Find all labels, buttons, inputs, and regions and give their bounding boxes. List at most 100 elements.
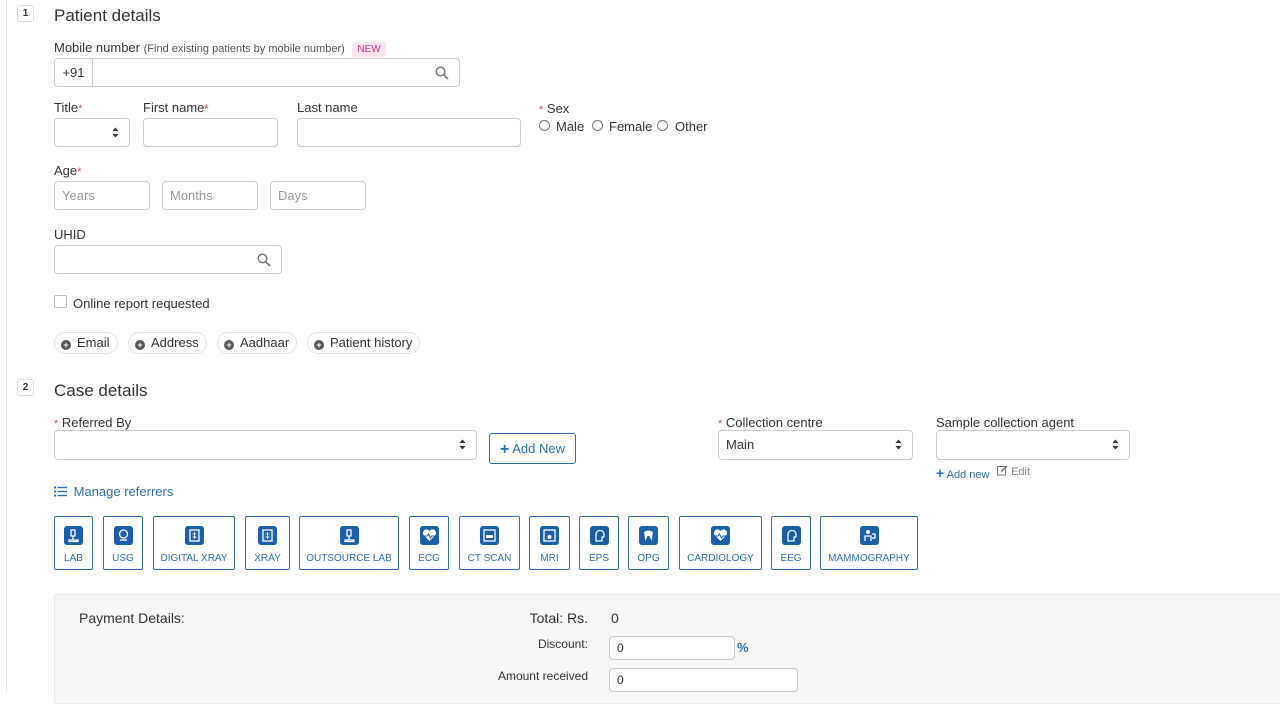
edit-icon (997, 465, 1008, 476)
dept-label: XRAY (254, 553, 281, 564)
mobile-hint: (Find existing patients by mobile number… (143, 43, 345, 55)
discount-label: Discount: (537, 637, 588, 651)
amount-received-label: Amount received (497, 669, 588, 683)
dept-lab-button[interactable]: LAB (54, 516, 93, 570)
title-select[interactable] (54, 118, 130, 147)
agent-add-new-link[interactable]: + Add new (936, 465, 989, 481)
xray-icon (184, 526, 204, 545)
payment-panel: Payment Details: Total: Rs. 0 Discount: … (54, 594, 1280, 704)
head-icon (589, 526, 609, 545)
dept-digital-xray-button[interactable]: DIGITAL XRAY (153, 516, 235, 570)
case-details-title: Case details (54, 381, 148, 400)
total-label: Total: Rs. (529, 610, 588, 626)
dept-label: OPG (637, 553, 660, 564)
online-report-label: Online report requested (73, 296, 210, 311)
select-arrows-icon (1112, 439, 1119, 450)
dept-mri-button[interactable]: MRI (529, 516, 570, 570)
sex-other-label: Other (675, 119, 708, 134)
title-label: Title* (54, 100, 83, 115)
mobile-field[interactable]: +91 (54, 58, 460, 87)
sex-other-radio[interactable] (657, 120, 668, 131)
referred-by-select[interactable] (54, 430, 477, 460)
step-1-badge: 1 (17, 5, 34, 22)
new-badge: NEW (352, 42, 386, 57)
sample-agent-select[interactable] (936, 430, 1130, 460)
mri-icon (540, 526, 559, 545)
mobile-label-row: Mobile number (Find existing patients by… (54, 40, 386, 57)
dept-label: ECG (418, 553, 440, 564)
payment-details-title: Payment Details: (79, 610, 185, 626)
collection-centre-select[interactable]: Main (718, 430, 913, 460)
online-report-checkbox[interactable] (54, 295, 67, 308)
add-email-button[interactable]: + Email (54, 332, 118, 354)
heart-pulse-icon (711, 526, 730, 545)
step-2-badge: 2 (17, 379, 34, 396)
select-arrows-icon (112, 127, 119, 138)
sex-label: * Sex (539, 101, 570, 116)
dept-mammography-button[interactable]: MAMMOGRAPHY (820, 516, 918, 570)
collection-centre-label: * Collection centre (718, 415, 823, 430)
dept-ct-scan-button[interactable]: CT SCAN (459, 516, 520, 570)
heart-pulse-icon (419, 526, 439, 545)
dept-label: MAMMOGRAPHY (828, 553, 910, 564)
dept-label: CARDIOLOGY (687, 553, 754, 564)
dept-usg-button[interactable]: USG (103, 516, 143, 570)
dept-outsource-lab-button[interactable]: OUTSOURCE LAB (299, 516, 399, 570)
dept-label: EEG (780, 553, 802, 564)
dept-ecg-button[interactable]: ECG (409, 516, 449, 570)
dept-opg-button[interactable]: OPG (628, 516, 669, 570)
plus-circle-icon: + (314, 340, 324, 350)
mammography-icon (859, 526, 879, 545)
age-days-input[interactable]: Days (270, 181, 366, 210)
dept-label: CT SCAN (467, 553, 512, 564)
add-address-button[interactable]: + Address (128, 332, 207, 354)
dept-label: MRI (540, 553, 559, 564)
uhid-input[interactable] (54, 245, 282, 274)
dept-eeg-button[interactable]: EEG (771, 516, 811, 570)
total-value: 0 (611, 610, 619, 626)
head-icon (781, 526, 801, 545)
first-name-label: First name* (143, 100, 209, 115)
dept-label: USG (112, 553, 134, 564)
ct-scan-icon (480, 526, 499, 545)
sex-male-radio[interactable] (539, 120, 550, 131)
referred-by-label: * Referred By (54, 415, 132, 430)
microscope-icon (64, 526, 83, 545)
last-name-label: Last name (297, 100, 358, 115)
last-name-input[interactable] (297, 118, 521, 147)
add-aadhaar-button[interactable]: + Aadhaar (217, 332, 298, 354)
microscope-icon (339, 526, 359, 545)
tooth-icon (639, 526, 658, 545)
plus-circle-icon: + (135, 340, 145, 350)
amount-received-input[interactable]: 0 (609, 668, 798, 692)
age-months-input[interactable]: Months (162, 181, 258, 210)
dept-xray-button[interactable]: XRAY (245, 516, 290, 570)
sample-agent-label: Sample collection agent (936, 415, 1075, 430)
agent-edit-link[interactable]: Edit (997, 465, 1030, 478)
dept-eps-button[interactable]: EPS (579, 516, 619, 570)
age-years-input[interactable]: Years (54, 181, 150, 210)
plus-circle-icon: + (61, 340, 71, 350)
select-arrows-icon (895, 439, 902, 450)
mobile-label: Mobile number (54, 40, 140, 55)
dept-cardiology-button[interactable]: CARDIOLOGY (679, 516, 762, 570)
discount-percent-toggle[interactable]: % (737, 640, 749, 655)
discount-input[interactable]: 0 (609, 636, 735, 660)
xray-icon (258, 526, 277, 545)
patient-details-title: Patient details (54, 6, 161, 25)
search-icon[interactable] (257, 253, 271, 267)
list-icon (54, 486, 67, 497)
left-rail (6, 0, 7, 692)
dept-label: EPS (588, 553, 609, 564)
dept-label: OUTSOURCE LAB (306, 553, 392, 564)
search-icon[interactable] (435, 66, 449, 80)
sex-male-label: Male (556, 119, 585, 134)
add-patient-history-button[interactable]: + Patient history (307, 332, 421, 354)
dept-label: DIGITAL XRAY (160, 553, 228, 564)
manage-referrers-link[interactable]: Manage referrers (54, 484, 173, 499)
sex-female-radio[interactable] (592, 120, 603, 131)
first-name-input[interactable] (143, 118, 278, 147)
sex-female-label: Female (609, 119, 653, 134)
add-new-referrer-button[interactable]: + Add New (489, 433, 576, 464)
uhid-label: UHID (54, 227, 86, 242)
